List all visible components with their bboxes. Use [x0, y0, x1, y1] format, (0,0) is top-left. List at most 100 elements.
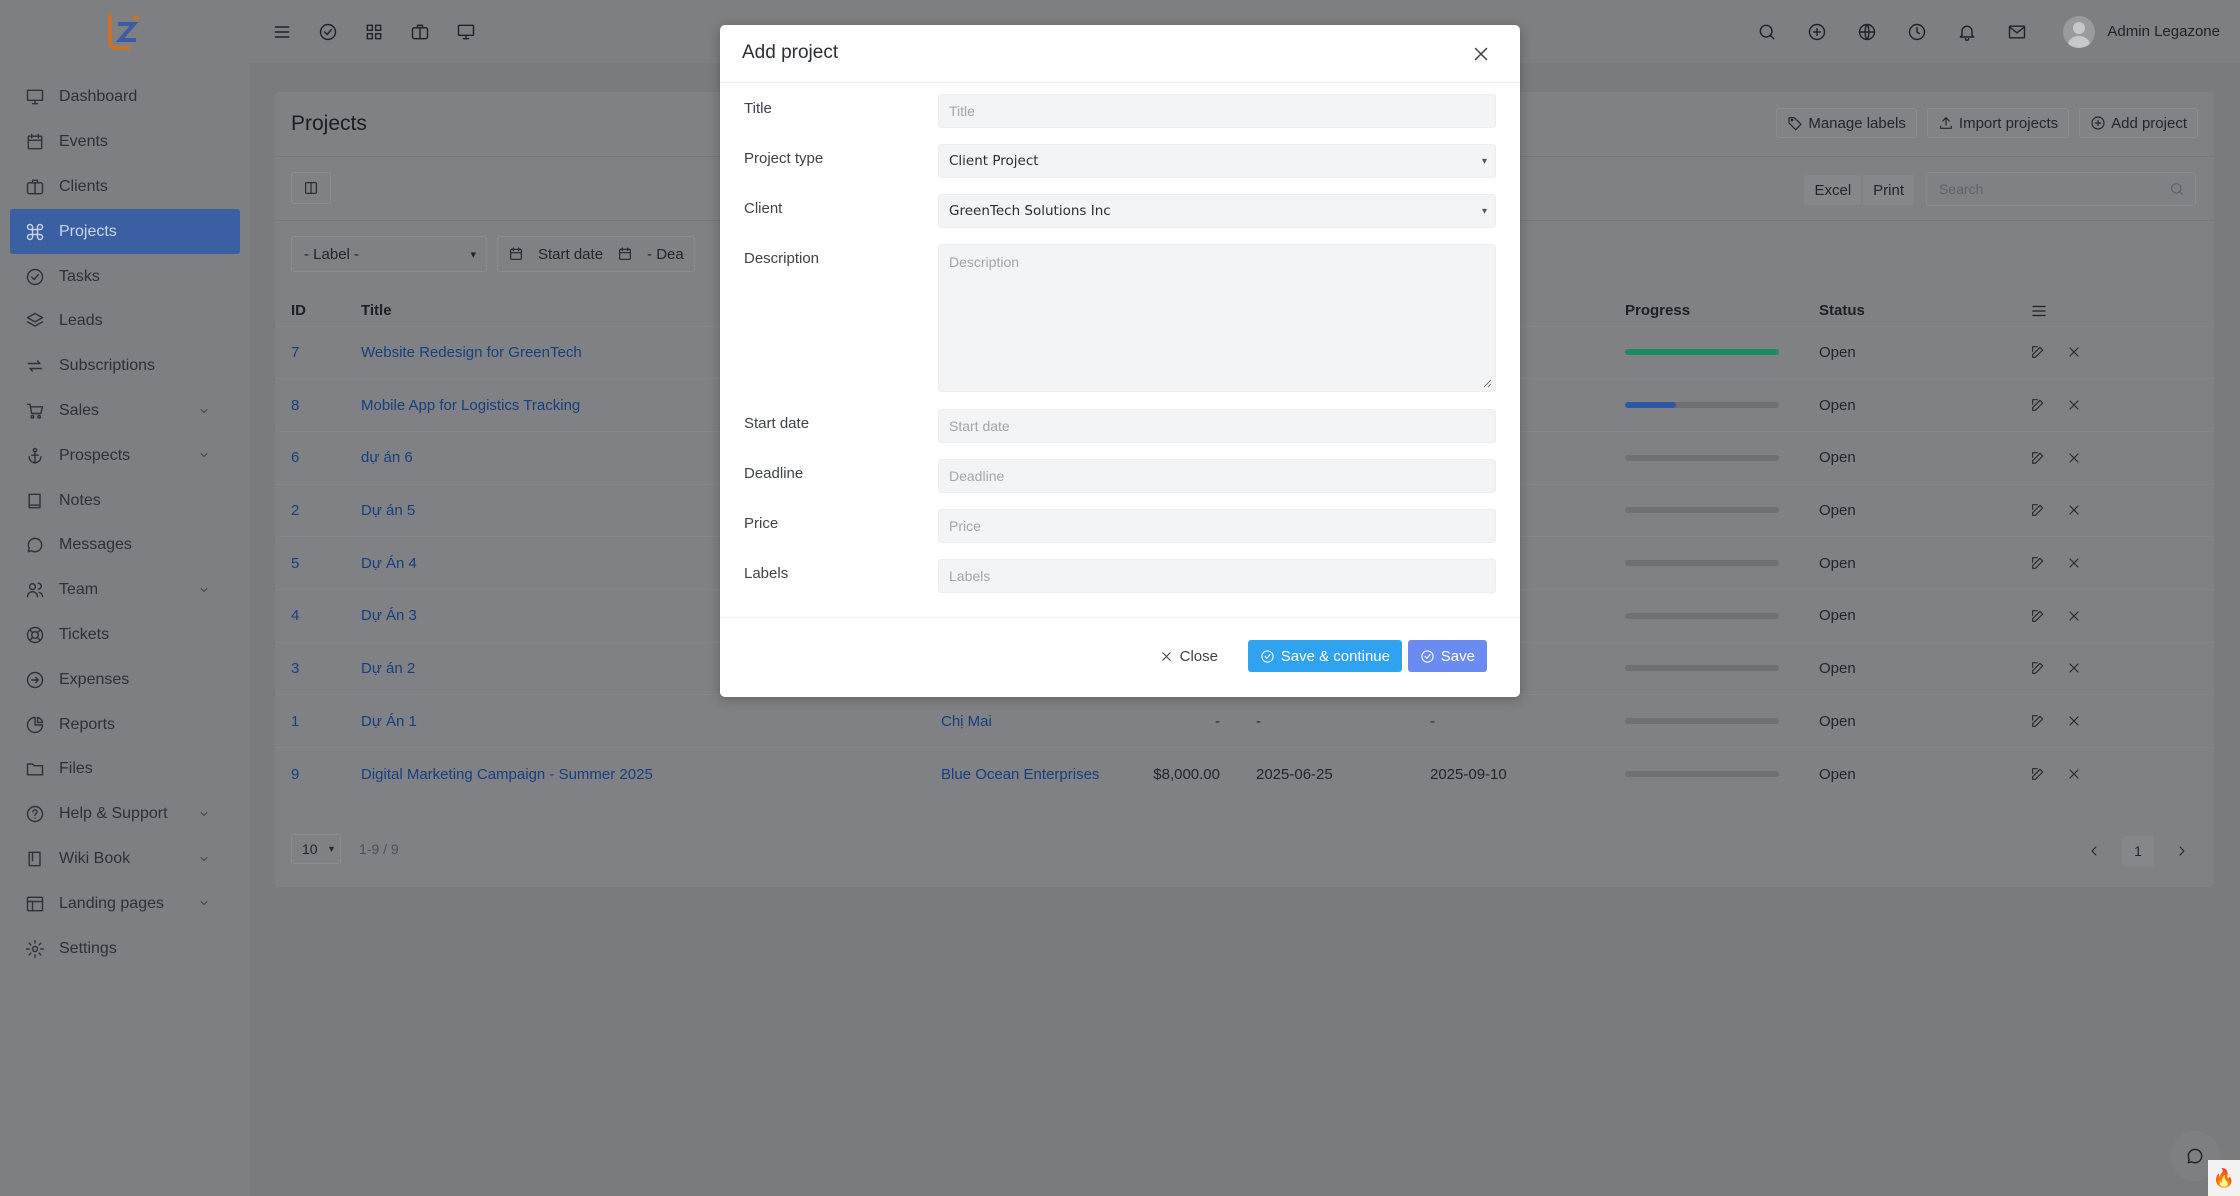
row-id[interactable]: 1: [275, 694, 345, 748]
project-type-select[interactable]: Client Project: [938, 144, 1496, 178]
delete-icon[interactable]: [2066, 660, 2082, 676]
user-menu[interactable]: Admin Legazone: [2063, 15, 2220, 48]
save-continue-button[interactable]: Save & continue: [1247, 640, 1402, 672]
sidebar-item-messages[interactable]: Messages: [10, 523, 240, 568]
description-textarea[interactable]: Description: [938, 244, 1496, 392]
delete-icon[interactable]: [2066, 344, 2082, 360]
price-input[interactable]: Price: [938, 509, 1496, 543]
edit-icon[interactable]: [2030, 502, 2046, 518]
sidebar-item-landing-pages[interactable]: Landing pages: [10, 881, 240, 926]
flame-icon[interactable]: 🔥: [2208, 1160, 2240, 1196]
row-id[interactable]: 3: [275, 641, 345, 695]
delete-icon[interactable]: [2066, 450, 2082, 466]
tasks-shortcut-icon[interactable]: [318, 22, 338, 42]
sidebar-item-expenses[interactable]: Expenses: [10, 657, 240, 702]
delete-icon[interactable]: [2066, 713, 2082, 729]
sidebar-item-files[interactable]: Files: [10, 747, 240, 792]
row-id[interactable]: 6: [275, 430, 345, 485]
manage-labels-button[interactable]: Manage labels: [1776, 108, 1917, 138]
delete-icon[interactable]: [2066, 397, 2082, 413]
table-search-input[interactable]: Search: [1926, 172, 2196, 206]
progress-bar: [1625, 349, 1779, 356]
title-input[interactable]: Title: [938, 94, 1496, 128]
sidebar-item-help-support[interactable]: Help & Support: [10, 792, 240, 837]
sidebar-item-notes[interactable]: Notes: [10, 478, 240, 523]
deadline-input[interactable]: Deadline: [938, 459, 1496, 493]
prev-page-icon[interactable]: [2086, 843, 2102, 859]
sidebar-item-prospects[interactable]: Prospects: [10, 433, 240, 478]
close-icon[interactable]: [1470, 43, 1492, 65]
app-logo[interactable]: [100, 8, 146, 54]
add-project-button[interactable]: Add project: [2079, 108, 2198, 138]
close-button[interactable]: Close: [1147, 640, 1230, 672]
briefcase-shortcut-icon[interactable]: [410, 22, 430, 42]
clock-icon[interactable]: [1907, 22, 1927, 42]
resize-handle-icon[interactable]: [1482, 378, 1492, 388]
quick-add-icon[interactable]: [1807, 22, 1827, 42]
sidebar-item-tickets[interactable]: Tickets: [10, 613, 240, 658]
row-id[interactable]: 2: [275, 483, 345, 537]
row-id[interactable]: 9: [275, 747, 345, 801]
sidebar-item-leads[interactable]: Leads: [10, 299, 240, 344]
edit-icon[interactable]: [2030, 608, 2046, 624]
delete-icon[interactable]: [2066, 766, 2082, 782]
notifications-bell-icon[interactable]: [1957, 22, 1977, 42]
check-circle-icon: [1421, 649, 1434, 663]
col-id-header[interactable]: ID: [275, 296, 345, 326]
edit-icon[interactable]: [2030, 766, 2046, 782]
sidebar-item-wiki-book[interactable]: Wiki Book: [10, 837, 240, 882]
row-client[interactable]: Chị Mai: [925, 694, 1125, 748]
row-id[interactable]: 5: [275, 536, 345, 590]
deadline-filter-label[interactable]: - Dea: [647, 246, 684, 263]
mail-icon[interactable]: [2007, 22, 2027, 42]
edit-icon[interactable]: [2030, 450, 2046, 466]
column-visibility-button[interactable]: [291, 172, 331, 204]
start-date-input[interactable]: Start date: [938, 409, 1496, 443]
sidebar-item-team[interactable]: Team: [10, 568, 240, 613]
sidebar-item-projects[interactable]: Projects: [10, 209, 240, 255]
language-globe-icon[interactable]: [1857, 22, 1877, 42]
edit-icon[interactable]: [2030, 660, 2046, 676]
sidebar-item-reports[interactable]: Reports: [10, 702, 240, 747]
col-progress-header[interactable]: Progress: [1609, 296, 1803, 326]
edit-icon[interactable]: [2030, 397, 2046, 413]
edit-icon[interactable]: [2030, 713, 2046, 729]
row-id[interactable]: 8: [275, 378, 345, 432]
next-page-icon[interactable]: [2174, 843, 2190, 859]
sidebar-item-events[interactable]: Events: [10, 120, 240, 165]
check-circle-icon: [1261, 649, 1274, 663]
row-id[interactable]: 7: [275, 325, 345, 379]
client-select[interactable]: GreenTech Solutions Inc: [938, 194, 1496, 228]
sidebar-item-sales[interactable]: Sales: [10, 389, 240, 434]
excel-export-button[interactable]: Excel: [1804, 175, 1862, 205]
sidebar-item-settings[interactable]: Settings: [10, 926, 240, 971]
labels-input[interactable]: Labels: [938, 559, 1496, 593]
grid-shortcut-icon[interactable]: [364, 22, 384, 42]
delete-icon[interactable]: [2066, 555, 2082, 571]
delete-icon[interactable]: [2066, 502, 2082, 518]
sidebar-item-subscriptions[interactable]: Subscriptions: [10, 344, 240, 389]
per-page-select[interactable]: 10: [291, 834, 341, 864]
sidebar-item-dashboard[interactable]: Dashboard: [10, 75, 240, 120]
sidebar-item-clients[interactable]: Clients: [10, 165, 240, 210]
edit-icon[interactable]: [2030, 555, 2046, 571]
col-options-header[interactable]: [2014, 296, 2214, 326]
command-icon: [25, 222, 59, 242]
row-title[interactable]: Digital Marketing Campaign - Summer 2025: [345, 747, 925, 801]
label-filter-select[interactable]: - Label -: [291, 236, 487, 272]
print-button[interactable]: Print: [1863, 175, 1914, 205]
search-icon[interactable]: [1757, 22, 1777, 42]
import-projects-button[interactable]: Import projects: [1926, 108, 2070, 138]
edit-icon[interactable]: [2030, 344, 2046, 360]
menu-toggle-icon[interactable]: [272, 22, 292, 42]
row-title[interactable]: Dự Án 1: [345, 694, 925, 748]
save-button[interactable]: Save: [1407, 640, 1487, 672]
col-status-header[interactable]: Status: [1803, 296, 2014, 326]
monitor-shortcut-icon[interactable]: [456, 22, 476, 42]
page-number-button[interactable]: 1: [2122, 836, 2154, 866]
sidebar-item-tasks[interactable]: Tasks: [10, 254, 240, 299]
delete-icon[interactable]: [2066, 608, 2082, 624]
row-id[interactable]: 4: [275, 588, 345, 643]
start-date-filter[interactable]: Start date - Dea: [497, 236, 695, 272]
row-client[interactable]: Blue Ocean Enterprises: [925, 747, 1125, 801]
